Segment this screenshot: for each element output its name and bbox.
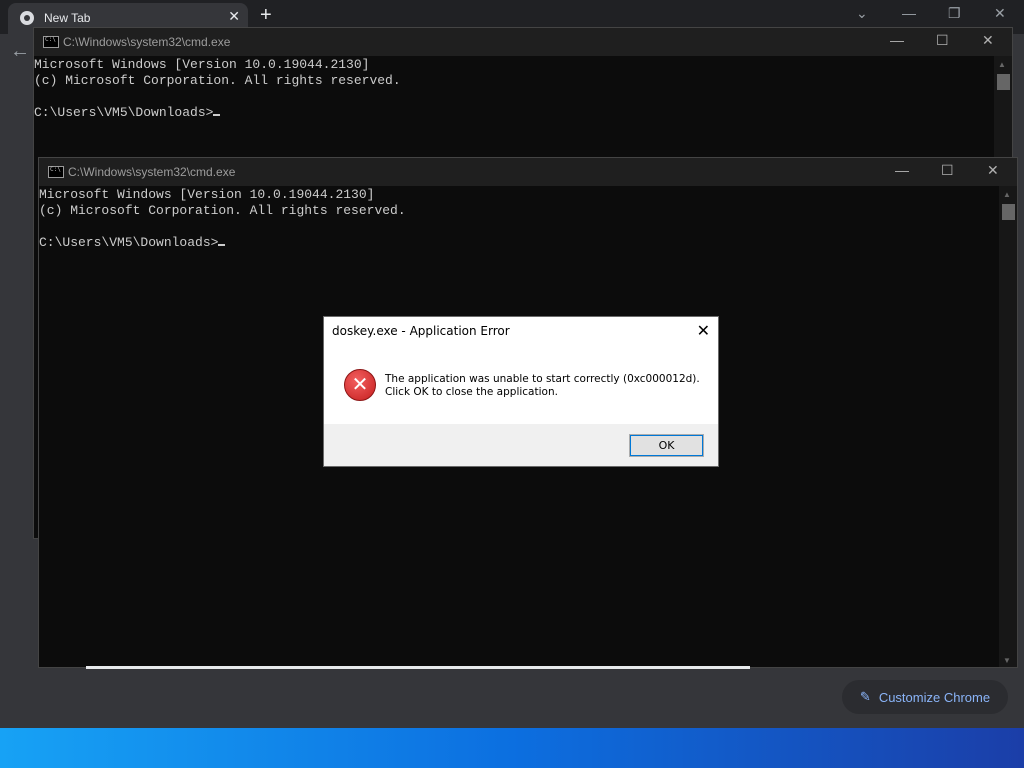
tab-search-icon[interactable]: ⌄	[856, 5, 868, 22]
minimize-icon[interactable]: —	[890, 32, 904, 48]
console-prompt: C:\Users\VM5\Downloads>	[39, 235, 219, 250]
error-dialog[interactable]: doskey.exe - Application Error ✕ ✕ The a…	[323, 316, 719, 467]
maximize-icon[interactable]: ☐	[936, 32, 949, 49]
scroll-up-icon[interactable]: ▲	[1003, 190, 1011, 199]
minimize-icon[interactable]: —	[902, 5, 916, 21]
cmd-title: C:\Windows\system32\cmd.exe	[68, 165, 236, 179]
console-line: Microsoft Windows [Version 10.0.19044.21…	[34, 57, 370, 72]
new-tab-button[interactable]: +	[260, 4, 272, 27]
cmd-title: C:\Windows\system32\cmd.exe	[63, 35, 231, 49]
dialog-title: doskey.exe - Application Error	[332, 324, 510, 338]
cmd-icon	[43, 36, 59, 48]
close-icon[interactable]: ✕	[982, 32, 994, 49]
console-line: (c) Microsoft Corporation. All rights re…	[39, 203, 406, 218]
dialog-message-line: Click OK to close the application.	[385, 386, 558, 398]
text-cursor	[213, 114, 221, 116]
scroll-thumb[interactable]	[997, 74, 1010, 90]
console-line: ​	[34, 89, 994, 105]
vertical-scrollbar[interactable]: ▲ ▼	[999, 186, 1017, 667]
pencil-icon: ✎	[859, 689, 871, 704]
maximize-icon[interactable]: ☐	[941, 162, 954, 179]
console-line: ​	[39, 219, 999, 235]
dialog-message-line: The application was unable to start corr…	[385, 373, 700, 385]
scroll-down-icon[interactable]: ▼	[1003, 656, 1011, 665]
tab-title: New Tab	[44, 11, 91, 25]
cmd-icon	[48, 166, 64, 178]
cmd-titlebar[interactable]: C:\Windows\system32\cmd.exe — ☐ ✕	[39, 158, 1017, 186]
minimize-icon[interactable]: —	[895, 162, 909, 178]
scroll-thumb[interactable]	[1002, 204, 1015, 220]
tab-close-icon[interactable]: ✕	[228, 8, 240, 25]
close-icon[interactable]: ✕	[987, 162, 999, 179]
dialog-message: The application was unable to start corr…	[385, 373, 700, 399]
cmd-titlebar[interactable]: C:\Windows\system32\cmd.exe — ☐ ✕	[34, 28, 1012, 56]
taskbar	[0, 728, 1024, 768]
error-icon: ✕	[344, 369, 376, 401]
console-prompt: C:\Users\VM5\Downloads>	[34, 105, 214, 120]
text-cursor	[218, 244, 226, 246]
customize-chrome-button[interactable]: ✎ Customize Chrome	[842, 680, 1008, 714]
chrome-icon	[20, 11, 34, 25]
console-line: Microsoft Windows [Version 10.0.19044.21…	[39, 187, 375, 202]
customize-label: Customize Chrome	[878, 689, 991, 705]
close-icon[interactable]: ✕	[697, 321, 710, 340]
ok-button[interactable]: OK	[629, 434, 704, 457]
back-arrow-icon[interactable]: ←	[10, 40, 30, 63]
console-line: (c) Microsoft Corporation. All rights re…	[34, 73, 401, 88]
restore-icon[interactable]: ❐	[948, 5, 961, 22]
close-icon[interactable]: ✕	[994, 5, 1006, 22]
divider	[86, 666, 750, 669]
dialog-footer: OK	[324, 424, 718, 466]
scroll-up-icon[interactable]: ▲	[998, 60, 1006, 69]
